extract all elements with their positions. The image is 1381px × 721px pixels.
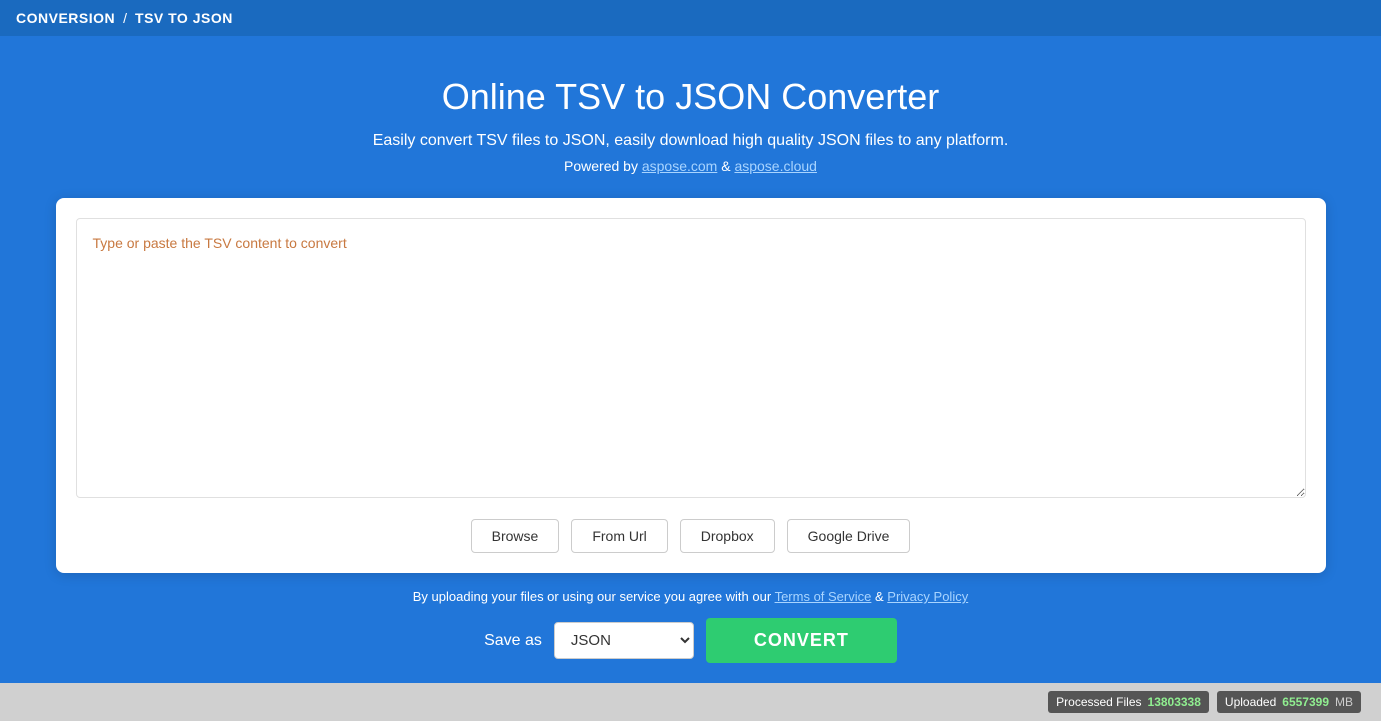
privacy-policy-link[interactable]: Privacy Policy [887, 589, 968, 604]
from-url-button[interactable]: From Url [571, 519, 667, 553]
convert-button[interactable]: CONVERT [706, 618, 897, 663]
google-drive-button[interactable]: Google Drive [787, 519, 911, 553]
tsv-input[interactable] [76, 218, 1306, 498]
dropbox-button[interactable]: Dropbox [680, 519, 775, 553]
top-bar: CONVERSION / TSV TO JSON [0, 0, 1381, 36]
powered-by-prefix: Powered by [564, 158, 642, 174]
aspose-com-link[interactable]: aspose.com [642, 158, 717, 174]
breadcrumb-subpage[interactable]: TSV TO JSON [135, 10, 233, 26]
terms-ampersand: & [875, 589, 887, 604]
terms-of-service-link[interactable]: Terms of Service [775, 589, 872, 604]
processed-files-value: 13803338 [1148, 695, 1201, 709]
terms-prefix: By uploading your files or using our ser… [413, 589, 775, 604]
page-subtitle: Easily convert TSV files to JSON, easily… [373, 132, 1009, 150]
file-actions-row: Browse From Url Dropbox Google Drive [76, 519, 1306, 553]
converter-card: Browse From Url Dropbox Google Drive [56, 198, 1326, 573]
aspose-cloud-link[interactable]: aspose.cloud [734, 158, 817, 174]
uploaded-label: Uploaded [1225, 695, 1276, 709]
convert-row: Save as JSON CSV XML XLSX CONVERT [484, 618, 897, 663]
breadcrumb-separator: / [123, 10, 127, 26]
processed-files-label: Processed Files [1056, 695, 1141, 709]
save-as-label: Save as [484, 632, 542, 650]
processed-files-badge: Processed Files 13803338 [1048, 691, 1209, 713]
format-select[interactable]: JSON CSV XML XLSX [554, 622, 694, 659]
ampersand-1: & [721, 158, 734, 174]
breadcrumb-conversion[interactable]: CONVERSION [16, 10, 115, 26]
uploaded-badge: Uploaded 6557399 MB [1217, 691, 1361, 713]
page-title: Online TSV to JSON Converter [442, 76, 940, 118]
terms-row: By uploading your files or using our ser… [413, 589, 968, 604]
browse-button[interactable]: Browse [471, 519, 560, 553]
main-content: Online TSV to JSON Converter Easily conv… [0, 36, 1381, 683]
uploaded-value: 6557399 [1282, 695, 1329, 709]
uploaded-unit: MB [1335, 695, 1353, 709]
footer-bar: Processed Files 13803338 Uploaded 655739… [0, 683, 1381, 721]
powered-by: Powered by aspose.com & aspose.cloud [564, 158, 817, 174]
